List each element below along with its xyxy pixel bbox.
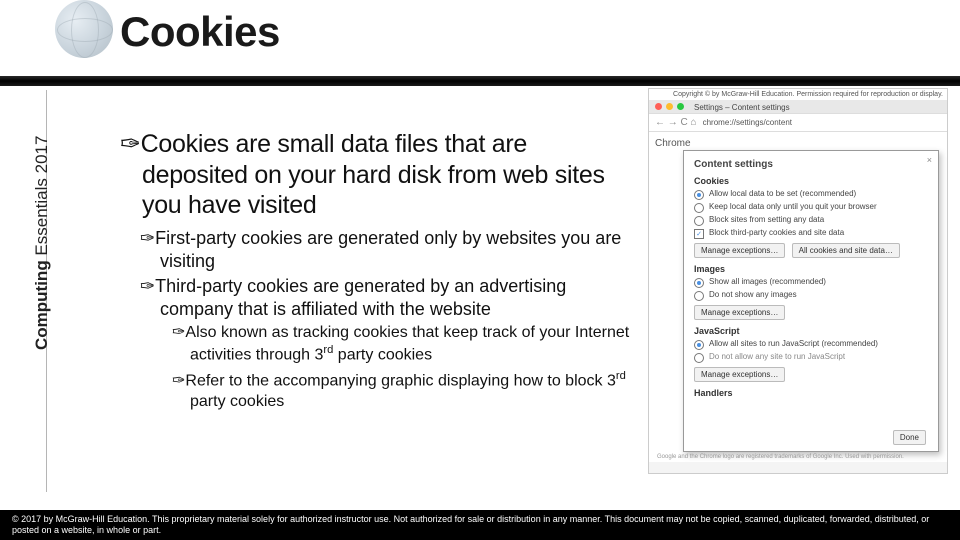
- opt-img-show-label: Show all images (recommended): [709, 277, 826, 286]
- sub2a-post: party cookies: [333, 347, 432, 364]
- slide-title: Cookies: [120, 8, 960, 56]
- done-button: Done: [893, 430, 926, 445]
- opt-block: Block sites from setting any data: [694, 215, 928, 226]
- sub1-text: First-party cookies are generated only b…: [155, 228, 621, 271]
- opt-block-label: Block sites from setting any data: [709, 215, 824, 224]
- all-cookies-button: All cookies and site data…: [792, 243, 900, 258]
- header-divider: [0, 76, 960, 86]
- opt-js-allow: Allow all sites to run JavaScript (recom…: [694, 339, 928, 350]
- opt-keep-label: Keep local data only until you quit your…: [709, 202, 877, 211]
- slide: Cookies Computing Essentials 2017 ✑Cooki…: [0, 0, 960, 540]
- opt-img-hide-label: Do not show any images: [709, 290, 797, 299]
- left-column: Chrome: [655, 138, 691, 149]
- radio-icon: [694, 190, 704, 200]
- dialog-title: Content settings: [694, 159, 928, 170]
- copyright-footer: © 2017 by McGraw-Hill Education. This pr…: [0, 510, 960, 540]
- manage-exceptions-button: Manage exceptions…: [694, 243, 785, 258]
- opt-allow-label: Allow local data to be set (recommended): [709, 189, 856, 198]
- opt-js-block: Do not allow any site to run JavaScript: [694, 352, 928, 363]
- left-chrome: Chrome: [655, 138, 691, 149]
- section-js: JavaScript: [694, 326, 928, 336]
- opt-img-hide: Do not show any images: [694, 290, 928, 301]
- radio-icon: [694, 291, 704, 301]
- section-images: Images: [694, 264, 928, 274]
- bullet-level2-third-party: ✑Third-party cookies are generated by an…: [120, 275, 630, 321]
- bullet-icon: ✑: [140, 228, 155, 248]
- manage-exceptions-button-2: Manage exceptions…: [694, 305, 785, 320]
- radio-icon: [694, 278, 704, 288]
- opt-keep: Keep local data only until you quit your…: [694, 202, 928, 213]
- address-bar: ← → C ⌂ chrome://settings/content: [649, 113, 947, 132]
- manage-exceptions-button-3: Manage exceptions…: [694, 367, 785, 382]
- checkbox-icon: [694, 229, 704, 239]
- content-settings-dialog: × Content settings Cookies Allow local d…: [683, 150, 939, 452]
- close-dot-icon: [655, 103, 662, 110]
- mac-window-controls: Settings – Content settings: [649, 100, 947, 113]
- bullet-level3-tracking: ✑Also known as tracking cookies that kee…: [120, 323, 630, 367]
- opt-block3p-label: Block third-party cookies and site data: [709, 228, 844, 237]
- sub2b-post: party cookies: [190, 393, 284, 410]
- cookies-buttons: Manage exceptions… All cookies and site …: [694, 243, 928, 258]
- zoom-dot-icon: [677, 103, 684, 110]
- opt-block3p: Block third-party cookies and site data: [694, 228, 928, 239]
- radio-icon: [694, 216, 704, 226]
- section-cookies: Cookies: [694, 176, 928, 186]
- bullet-level3-refer: ✑Refer to the accompanying graphic displ…: [120, 369, 630, 413]
- url-text: chrome://settings/content: [703, 118, 792, 127]
- bullet-icon: ✑: [120, 130, 141, 158]
- js-buttons: Manage exceptions…: [694, 367, 928, 382]
- radio-icon: [694, 340, 704, 350]
- browser-screenshot: Copyright © by McGraw-Hill Education. Pe…: [648, 88, 948, 474]
- bullet-level1: ✑Cookies are small data files that are d…: [120, 129, 630, 221]
- minimize-dot-icon: [666, 103, 673, 110]
- slide-header: Cookies: [0, 0, 960, 76]
- sub2-text: Third-party cookies are generated by an …: [155, 276, 566, 319]
- content-area: ✑Cookies are small data files that are d…: [0, 86, 630, 412]
- opt-allow: Allow local data to be set (recommended): [694, 189, 928, 200]
- sub2a-sup: rd: [323, 344, 333, 356]
- browser-tab: Settings – Content settings: [688, 103, 941, 110]
- radio-icon: [694, 203, 704, 213]
- images-buttons: Manage exceptions…: [694, 305, 928, 320]
- nav-icons: ← → C ⌂: [655, 117, 697, 128]
- opt-img-show: Show all images (recommended): [694, 277, 928, 288]
- opt-js-block-label: Do not allow any site to run JavaScript: [709, 352, 845, 361]
- bullet-icon: ✑: [140, 276, 155, 296]
- bullet-icon: ✑: [172, 372, 185, 389]
- radio-icon: [694, 353, 704, 363]
- section-handlers: Handlers: [694, 388, 928, 398]
- opt-js-allow-label: Allow all sites to run JavaScript (recom…: [709, 339, 878, 348]
- screenshot-caption: Copyright © by McGraw-Hill Education. Pe…: [649, 89, 947, 100]
- bullet-icon: ✑: [172, 324, 185, 341]
- sub2b-sup: rd: [616, 370, 626, 382]
- screenshot-footnote: Google and the Chrome logo are registere…: [657, 454, 939, 460]
- globe-icon: [55, 0, 113, 58]
- screenshot-body: Chrome × Content settings Cookies Allow …: [649, 132, 947, 462]
- close-icon: ×: [927, 155, 932, 165]
- bullet-level2-first-party: ✑First-party cookies are generated only …: [120, 227, 630, 273]
- main-point-text: Cookies are small data files that are de…: [141, 130, 605, 219]
- sub2b-pre: Refer to the accompanying graphic displa…: [185, 372, 615, 389]
